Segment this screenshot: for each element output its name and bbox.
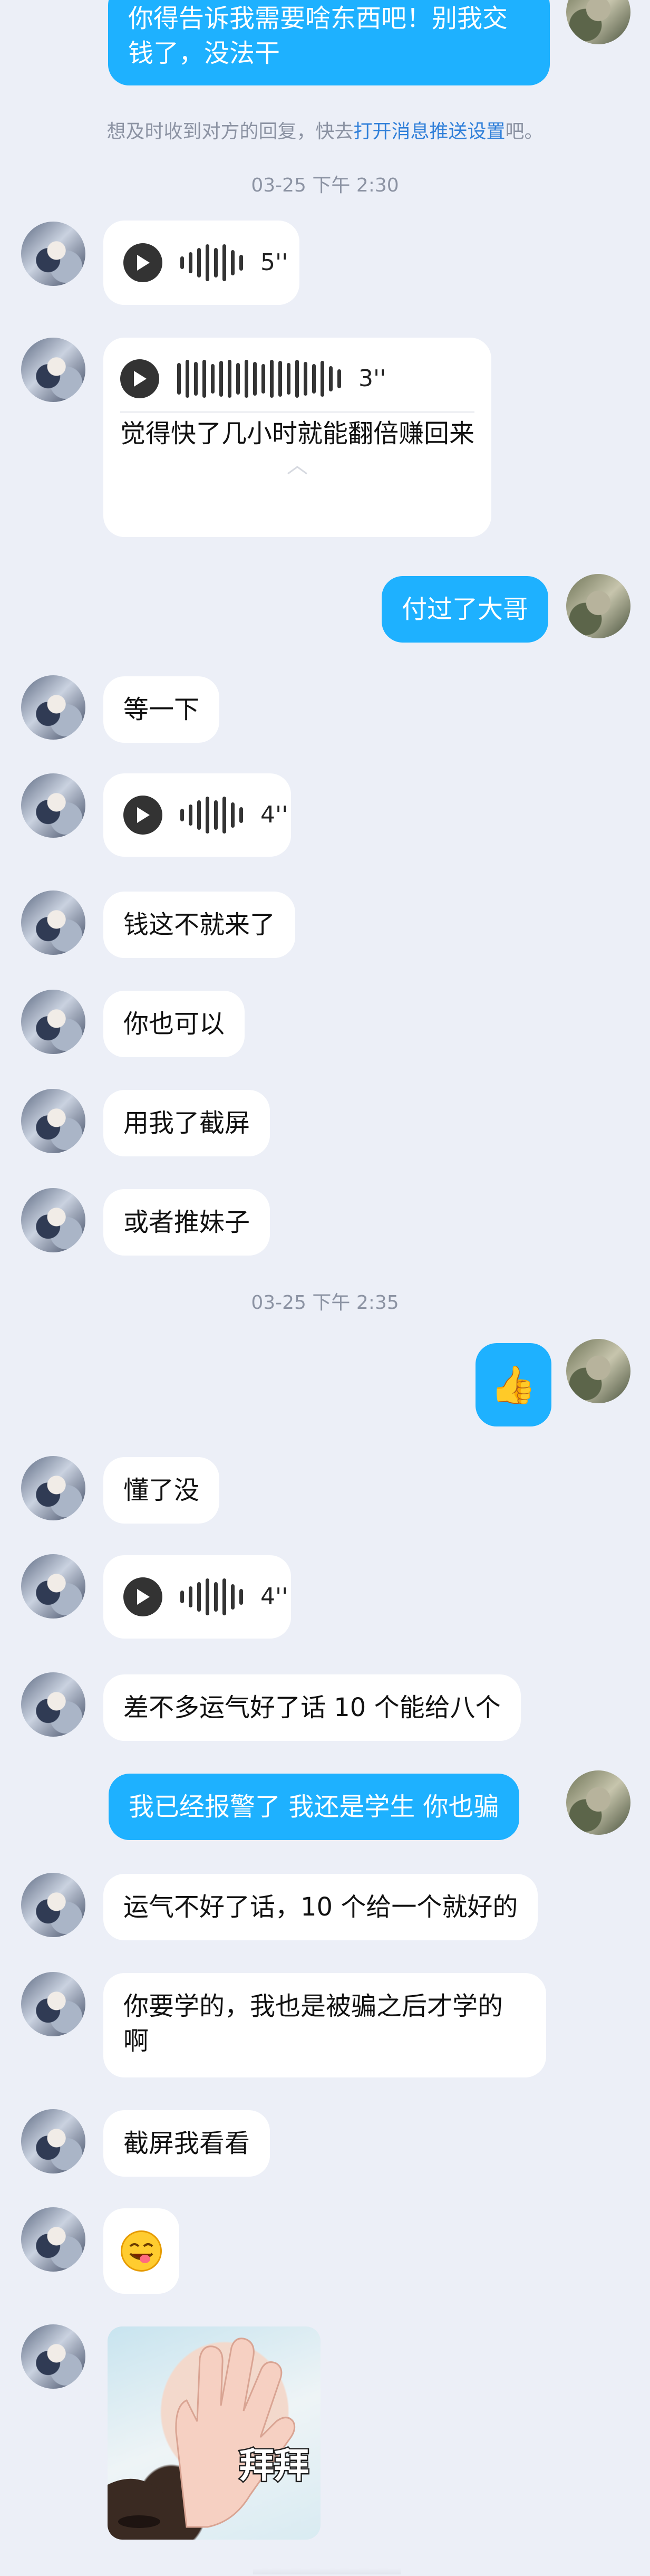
contact-avatar[interactable] bbox=[21, 890, 85, 955]
my-avatar[interactable] bbox=[566, 0, 630, 44]
contact-avatar[interactable] bbox=[21, 1188, 85, 1252]
contact-avatar[interactable] bbox=[21, 2324, 85, 2389]
contact-avatar[interactable] bbox=[21, 1456, 85, 1520]
received-message-bubble[interactable]: 运气不好了话，10 个给一个就好的 bbox=[103, 1874, 538, 1940]
message-text: 付过了大哥 bbox=[402, 595, 529, 624]
message-text: 钱这不就来了 bbox=[123, 910, 276, 940]
message-text: 等一下 bbox=[123, 695, 200, 724]
play-icon[interactable] bbox=[123, 243, 162, 282]
message-text: 你要学的，我也是被骗之后才学的啊 bbox=[123, 1991, 503, 2056]
message-text: 截屏我看看 bbox=[123, 2129, 250, 2158]
sticker-image[interactable]: 拜拜 bbox=[108, 2326, 321, 2540]
my-avatar[interactable] bbox=[566, 574, 630, 638]
voice-duration: 5'' bbox=[260, 249, 288, 276]
contact-avatar[interactable] bbox=[21, 1873, 85, 1937]
my-avatar[interactable] bbox=[566, 1339, 630, 1403]
sent-emoji-bubble[interactable]: 👍 bbox=[476, 1343, 551, 1426]
waving-hand-illustration bbox=[108, 2338, 296, 2540]
voice-transcript: 觉得快了几小时就能翻倍赚回来 bbox=[120, 419, 475, 448]
sent-message-bubble[interactable]: 付过了大哥 bbox=[382, 576, 549, 643]
message-text: 懂了没 bbox=[123, 1476, 200, 1505]
notification-notice: 想及时收到对方的回复，快去打开消息推送设置吧。 bbox=[0, 116, 650, 143]
voice-wave-icon bbox=[180, 797, 248, 834]
timestamp: 03-25 下午 2:35 bbox=[251, 1292, 399, 1314]
received-message-bubble[interactable]: 用我了截屏 bbox=[103, 1090, 270, 1156]
divider bbox=[120, 411, 474, 413]
notice-text-end: 吧。 bbox=[505, 121, 544, 142]
message-text: 你也可以 bbox=[123, 1009, 225, 1039]
contact-avatar[interactable] bbox=[21, 1972, 85, 2036]
voice-message[interactable]: 4'' bbox=[103, 773, 291, 857]
message-text: 差不多运气好了话 10 个能给八个 bbox=[123, 1693, 501, 1722]
received-message-bubble[interactable]: 钱这不就来了 bbox=[103, 892, 296, 958]
message-text: 你得告诉我需要啥东西吧！别我交钱了，没法干 bbox=[128, 4, 508, 68]
contact-avatar[interactable] bbox=[21, 773, 85, 838]
contact-avatar[interactable] bbox=[21, 222, 85, 286]
received-message-bubble[interactable]: 懂了没 bbox=[103, 1457, 220, 1524]
my-avatar[interactable] bbox=[566, 1770, 630, 1835]
message-text: 用我了截屏 bbox=[123, 1108, 250, 1138]
contact-avatar[interactable] bbox=[21, 1672, 85, 1737]
received-message-bubble[interactable]: 截屏我看看 bbox=[103, 2110, 270, 2177]
clipped-timestamp bbox=[253, 2568, 401, 2574]
received-message-bubble[interactable]: 等一下 bbox=[103, 676, 220, 743]
play-icon[interactable] bbox=[123, 796, 162, 835]
contact-avatar[interactable] bbox=[21, 2207, 85, 2272]
received-message-bubble[interactable]: 你也可以 bbox=[103, 991, 245, 1057]
push-settings-link[interactable]: 打开消息推送设置 bbox=[353, 121, 505, 142]
voice-message[interactable]: 4'' bbox=[103, 1555, 291, 1639]
contact-avatar[interactable] bbox=[21, 990, 85, 1054]
received-message-bubble[interactable]: 差不多运气好了话 10 个能给八个 bbox=[103, 1674, 521, 1741]
contact-avatar[interactable] bbox=[21, 338, 85, 402]
notice-text: 想及时收到对方的回复，快去 bbox=[106, 121, 354, 142]
sticker-caption: 拜拜 bbox=[238, 2444, 311, 2487]
voice-wave-icon bbox=[180, 244, 248, 281]
voice-duration: 4'' bbox=[260, 1583, 288, 1610]
message-text: 或者推妹子 bbox=[123, 1208, 250, 1237]
timestamp: 03-25 下午 2:30 bbox=[251, 175, 399, 196]
voice-duration: 3'' bbox=[358, 365, 386, 392]
received-emoji-bubble[interactable] bbox=[103, 2208, 179, 2294]
voice-message-with-transcript[interactable]: 3'' 觉得快了几小时就能翻倍赚回来 bbox=[103, 338, 491, 537]
message-text: 我已经报警了 我还是学生 你也骗 bbox=[129, 1792, 499, 1822]
play-icon[interactable] bbox=[123, 1577, 162, 1616]
voice-message[interactable]: 5'' bbox=[103, 221, 299, 305]
play-icon[interactable] bbox=[120, 359, 159, 398]
received-message-bubble[interactable]: 或者推妹子 bbox=[103, 1189, 270, 1256]
tongue-face-emoji bbox=[121, 2230, 162, 2272]
contact-avatar[interactable] bbox=[21, 1554, 85, 1619]
voice-wave-icon bbox=[177, 360, 346, 398]
contact-avatar[interactable] bbox=[21, 2109, 85, 2173]
contact-avatar[interactable] bbox=[21, 1089, 85, 1153]
sent-message-bubble[interactable]: 我已经报警了 我还是学生 你也骗 bbox=[109, 1774, 519, 1840]
sent-message-bubble[interactable]: 你得告诉我需要啥东西吧！别我交钱了，没法干 bbox=[108, 0, 550, 85]
voice-wave-icon bbox=[180, 1578, 248, 1615]
contact-avatar[interactable] bbox=[21, 675, 85, 740]
voice-duration: 4'' bbox=[260, 801, 288, 828]
message-text: 运气不好了话，10 个给一个就好的 bbox=[123, 1892, 518, 1922]
thumbs-up-emoji: 👍 bbox=[490, 1363, 537, 1406]
received-message-bubble[interactable]: 你要学的，我也是被骗之后才学的啊 bbox=[103, 1973, 546, 2077]
chevron-up-icon[interactable] bbox=[120, 449, 474, 484]
